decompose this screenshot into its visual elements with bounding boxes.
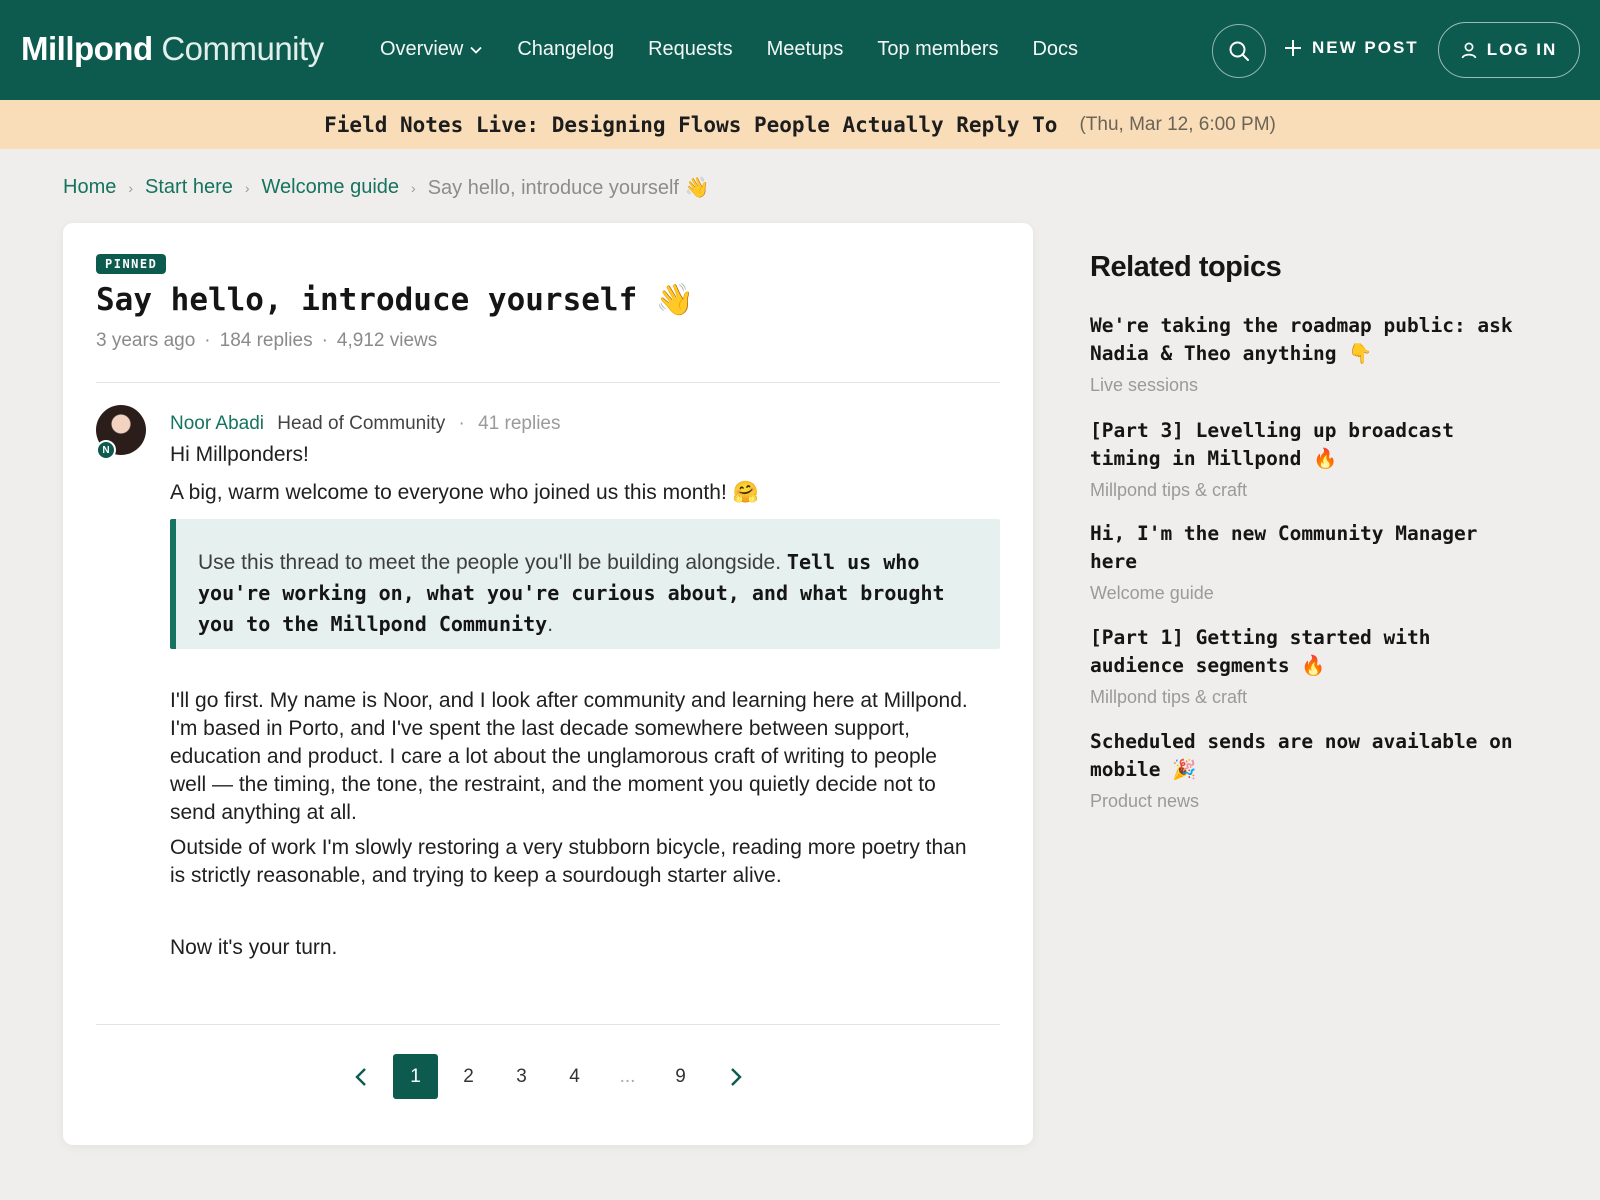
related-topic-title[interactable]: [Part 1] Getting started with audience s… <box>1090 624 1520 680</box>
page-9-button[interactable]: 9 <box>658 1054 703 1099</box>
breadcrumb-welcome-guide[interactable]: Welcome guide <box>262 176 399 199</box>
post-paragraph-intro: I'll go first. My name is Noor, and I lo… <box>170 689 968 824</box>
top-navigation-bar: Millpond Community Overview Changelog Re… <box>0 0 1600 100</box>
chevron-right-icon <box>730 1067 742 1086</box>
topic-age: 3 years ago <box>96 330 196 351</box>
pagination-ellipsis: ... <box>619 1065 636 1087</box>
related-topic-item[interactable]: [Part 1] Getting started with audience s… <box>1090 624 1520 708</box>
related-topic-category[interactable]: Product news <box>1090 791 1520 812</box>
author-name[interactable]: Noor Abadi <box>170 413 264 434</box>
announcement-title: Field Notes Live: Designing Flows People… <box>324 112 1058 137</box>
author-reply-count: 41 replies <box>478 413 561 434</box>
chevron-down-icon <box>470 46 482 54</box>
login-label: LOG IN <box>1486 40 1558 59</box>
new-post-button[interactable]: NEW POST <box>1284 38 1419 58</box>
new-post-label: NEW POST <box>1312 38 1419 57</box>
topic-meta: 3 years ago · 184 replies · 4,912 views <box>96 330 438 351</box>
nav-meetups[interactable]: Meetups <box>767 38 844 61</box>
related-topic-item[interactable]: We're taking the roadmap public: ask Nad… <box>1090 312 1520 396</box>
nav-overview[interactable]: Overview <box>380 38 483 61</box>
breadcrumb-home[interactable]: Home <box>63 176 116 199</box>
related-topic-item[interactable]: [Part 3] Levelling up broadcast timing i… <box>1090 417 1520 501</box>
author-role: Head of Community <box>277 413 446 434</box>
search-button[interactable] <box>1212 24 1266 78</box>
brand-name-light: Community <box>161 30 324 67</box>
pagination: 1 2 3 4 ... 9 <box>63 1054 1033 1099</box>
nav-docs[interactable]: Docs <box>1032 38 1078 61</box>
login-button[interactable]: LOG IN <box>1438 22 1580 78</box>
announcement-datetime: (Thu, Mar 12, 6:00 PM) <box>1079 113 1276 135</box>
divider <box>96 1024 1000 1025</box>
search-icon <box>1229 41 1249 61</box>
chevron-left-icon <box>354 1067 366 1086</box>
related-topic-title[interactable]: [Part 3] Levelling up broadcast timing i… <box>1090 417 1520 473</box>
site-logo[interactable]: Millpond Community <box>21 30 324 68</box>
breadcrumb: Home › Start here › Welcome guide › Say … <box>63 175 709 200</box>
related-topic-category[interactable]: Millpond tips & craft <box>1090 480 1520 501</box>
related-topic-category[interactable]: Millpond tips & craft <box>1090 687 1520 708</box>
related-topic-title[interactable]: We're taking the roadmap public: ask Nad… <box>1090 312 1520 368</box>
page-1-button[interactable]: 1 <box>393 1054 438 1099</box>
page-3-button[interactable]: 3 <box>499 1054 544 1099</box>
user-initial-badge: N <box>96 440 116 460</box>
nav-changelog[interactable]: Changelog <box>517 38 614 61</box>
topic-card: PINNED Say hello, introduce yourself 👋 3… <box>63 223 1033 1145</box>
post-welcome: A big, warm welcome to everyone who join… <box>170 481 759 504</box>
pinned-badge: PINNED <box>96 254 167 274</box>
next-page-button[interactable] <box>713 1054 758 1099</box>
related-topic-title[interactable]: Hi, I'm the new Community Manager here <box>1090 520 1520 576</box>
main-nav: Overview Changelog Requests Meetups Top … <box>380 38 1112 61</box>
author-line: Noor Abadi Head of Community · 41 replie… <box>170 413 561 434</box>
breadcrumb-start-here[interactable]: Start here <box>145 176 233 199</box>
callout-text: Use this thread to meet the people you'l… <box>198 551 787 574</box>
plus-icon <box>1285 40 1301 56</box>
nav-requests[interactable]: Requests <box>648 38 733 61</box>
previous-page-button[interactable] <box>338 1054 383 1099</box>
chevron-right-icon: › <box>244 179 250 196</box>
related-topics-heading: Related topics <box>1090 251 1282 283</box>
nav-top-members[interactable]: Top members <box>877 38 998 61</box>
topic-title: Say hello, introduce yourself 👋 <box>96 282 695 318</box>
chevron-right-icon: › <box>128 179 134 196</box>
page-4-button[interactable]: 4 <box>552 1054 597 1099</box>
related-topic-title[interactable]: Scheduled sends are now available on mob… <box>1090 728 1520 784</box>
chevron-right-icon: › <box>411 179 416 196</box>
related-topic-item[interactable]: Hi, I'm the new Community Manager here W… <box>1090 520 1520 604</box>
breadcrumb-current: Say hello, introduce yourself 👋 <box>427 177 710 199</box>
related-topic-item[interactable]: Scheduled sends are now available on mob… <box>1090 728 1520 812</box>
post-greeting: Hi Millponders! <box>170 443 309 466</box>
topic-views: 4,912 views <box>336 330 438 351</box>
post-paragraph-hobbies: Outside of work I'm slowly restoring a v… <box>170 836 967 887</box>
callout-end: . <box>547 613 554 636</box>
related-topic-category[interactable]: Live sessions <box>1090 375 1520 396</box>
brand-name-bold: Millpond <box>21 30 153 67</box>
topic-replies: 184 replies <box>219 330 313 351</box>
post-callout: Use this thread to meet the people you'l… <box>170 519 1000 649</box>
user-icon <box>1461 42 1477 58</box>
nav-overview-label: Overview <box>380 38 464 60</box>
divider <box>96 382 1000 383</box>
post-paragraph-closing: Now it's your turn. <box>170 936 338 959</box>
event-announcement-banner[interactable]: Field Notes Live: Designing Flows People… <box>0 100 1600 149</box>
page-2-button[interactable]: 2 <box>446 1054 491 1099</box>
related-topic-category[interactable]: Welcome guide <box>1090 583 1520 604</box>
